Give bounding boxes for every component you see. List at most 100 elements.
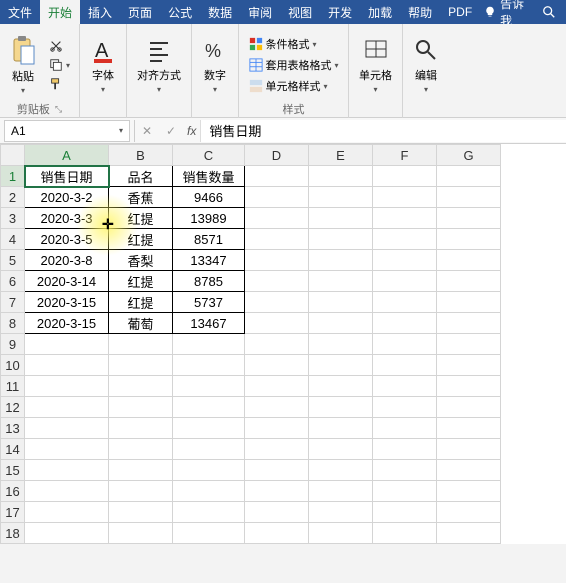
cell-G12[interactable] bbox=[437, 397, 501, 418]
format-as-table-button[interactable]: 套用表格格式▾ bbox=[246, 56, 342, 74]
cell-B6[interactable]: 红提 bbox=[109, 271, 173, 292]
cell-D18[interactable] bbox=[245, 523, 309, 544]
cell-A14[interactable] bbox=[25, 439, 109, 460]
cell-styles-button[interactable]: 单元格样式▾ bbox=[246, 77, 331, 95]
cell-C7[interactable]: 5737 bbox=[173, 292, 245, 313]
row-header-5[interactable]: 5 bbox=[1, 250, 25, 271]
cell-D5[interactable] bbox=[245, 250, 309, 271]
cell-A16[interactable] bbox=[25, 481, 109, 502]
cell-E2[interactable] bbox=[309, 187, 373, 208]
cell-A5[interactable]: 2020-3-8 bbox=[25, 250, 109, 271]
tab-帮助[interactable]: 帮助 bbox=[400, 0, 440, 24]
cancel-formula-button[interactable]: ✕ bbox=[135, 120, 159, 142]
cell-D10[interactable] bbox=[245, 355, 309, 376]
row-header-3[interactable]: 3 bbox=[1, 208, 25, 229]
col-header-D[interactable]: D bbox=[245, 145, 309, 166]
cell-A12[interactable] bbox=[25, 397, 109, 418]
cell-C14[interactable] bbox=[173, 439, 245, 460]
cell-A17[interactable] bbox=[25, 502, 109, 523]
col-header-F[interactable]: F bbox=[373, 145, 437, 166]
font-button[interactable]: A 字体 ▾ bbox=[86, 35, 120, 96]
cell-G2[interactable] bbox=[437, 187, 501, 208]
row-header-13[interactable]: 13 bbox=[1, 418, 25, 439]
cell-B3[interactable]: 红提 bbox=[109, 208, 173, 229]
cell-F5[interactable] bbox=[373, 250, 437, 271]
select-all-corner[interactable] bbox=[1, 145, 25, 166]
cell-D2[interactable] bbox=[245, 187, 309, 208]
cell-F12[interactable] bbox=[373, 397, 437, 418]
cell-B8[interactable]: 葡萄 bbox=[109, 313, 173, 334]
tab-页面[interactable]: 页面 bbox=[120, 0, 160, 24]
row-header-14[interactable]: 14 bbox=[1, 439, 25, 460]
cell-D4[interactable] bbox=[245, 229, 309, 250]
cell-E10[interactable] bbox=[309, 355, 373, 376]
row-header-6[interactable]: 6 bbox=[1, 271, 25, 292]
cell-F8[interactable] bbox=[373, 313, 437, 334]
cell-E15[interactable] bbox=[309, 460, 373, 481]
row-header-11[interactable]: 11 bbox=[1, 376, 25, 397]
cell-B18[interactable] bbox=[109, 523, 173, 544]
cell-F10[interactable] bbox=[373, 355, 437, 376]
cell-B16[interactable] bbox=[109, 481, 173, 502]
cell-G7[interactable] bbox=[437, 292, 501, 313]
tab-公式[interactable]: 公式 bbox=[160, 0, 200, 24]
cell-F4[interactable] bbox=[373, 229, 437, 250]
cells-button[interactable]: 单元格 ▾ bbox=[355, 35, 396, 96]
cell-D12[interactable] bbox=[245, 397, 309, 418]
cell-G4[interactable] bbox=[437, 229, 501, 250]
cell-G1[interactable] bbox=[437, 166, 501, 187]
search-icon[interactable] bbox=[532, 5, 566, 19]
cell-A18[interactable] bbox=[25, 523, 109, 544]
conditional-format-button[interactable]: 条件格式▾ bbox=[246, 35, 320, 53]
tab-开始[interactable]: 开始 bbox=[40, 0, 80, 24]
cell-E4[interactable] bbox=[309, 229, 373, 250]
format-painter-button[interactable] bbox=[46, 76, 73, 92]
cell-C10[interactable] bbox=[173, 355, 245, 376]
cell-E6[interactable] bbox=[309, 271, 373, 292]
tab-视图[interactable]: 视图 bbox=[280, 0, 320, 24]
cell-F11[interactable] bbox=[373, 376, 437, 397]
cell-C17[interactable] bbox=[173, 502, 245, 523]
cell-C8[interactable]: 13467 bbox=[173, 313, 245, 334]
col-header-G[interactable]: G bbox=[437, 145, 501, 166]
cell-F16[interactable] bbox=[373, 481, 437, 502]
cell-F3[interactable] bbox=[373, 208, 437, 229]
row-header-18[interactable]: 18 bbox=[1, 523, 25, 544]
cell-A2[interactable]: 2020-3-2 bbox=[25, 187, 109, 208]
cell-G13[interactable] bbox=[437, 418, 501, 439]
row-header-2[interactable]: 2 bbox=[1, 187, 25, 208]
col-header-A[interactable]: A bbox=[25, 145, 109, 166]
row-header-8[interactable]: 8 bbox=[1, 313, 25, 334]
cell-D14[interactable] bbox=[245, 439, 309, 460]
cell-E14[interactable] bbox=[309, 439, 373, 460]
cell-E13[interactable] bbox=[309, 418, 373, 439]
enter-formula-button[interactable]: ✓ bbox=[159, 120, 183, 142]
cell-E18[interactable] bbox=[309, 523, 373, 544]
cell-D11[interactable] bbox=[245, 376, 309, 397]
cell-G17[interactable] bbox=[437, 502, 501, 523]
cell-E16[interactable] bbox=[309, 481, 373, 502]
cell-A8[interactable]: 2020-3-15 bbox=[25, 313, 109, 334]
row-header-9[interactable]: 9 bbox=[1, 334, 25, 355]
row-header-7[interactable]: 7 bbox=[1, 292, 25, 313]
cell-C3[interactable]: 13989 bbox=[173, 208, 245, 229]
cell-B2[interactable]: 香蕉 bbox=[109, 187, 173, 208]
cell-C15[interactable] bbox=[173, 460, 245, 481]
cell-F14[interactable] bbox=[373, 439, 437, 460]
cell-D3[interactable] bbox=[245, 208, 309, 229]
cell-D16[interactable] bbox=[245, 481, 309, 502]
cell-C9[interactable] bbox=[173, 334, 245, 355]
cell-A7[interactable]: 2020-3-15 bbox=[25, 292, 109, 313]
cell-F17[interactable] bbox=[373, 502, 437, 523]
cell-E8[interactable] bbox=[309, 313, 373, 334]
cell-G11[interactable] bbox=[437, 376, 501, 397]
cell-C4[interactable]: 8571 bbox=[173, 229, 245, 250]
cell-B17[interactable] bbox=[109, 502, 173, 523]
cell-D7[interactable] bbox=[245, 292, 309, 313]
paste-button[interactable]: 粘贴 ▾ bbox=[6, 34, 40, 97]
col-header-E[interactable]: E bbox=[309, 145, 373, 166]
cell-A13[interactable] bbox=[25, 418, 109, 439]
cell-E11[interactable] bbox=[309, 376, 373, 397]
cell-F2[interactable] bbox=[373, 187, 437, 208]
cell-B1[interactable]: 品名 bbox=[109, 166, 173, 187]
